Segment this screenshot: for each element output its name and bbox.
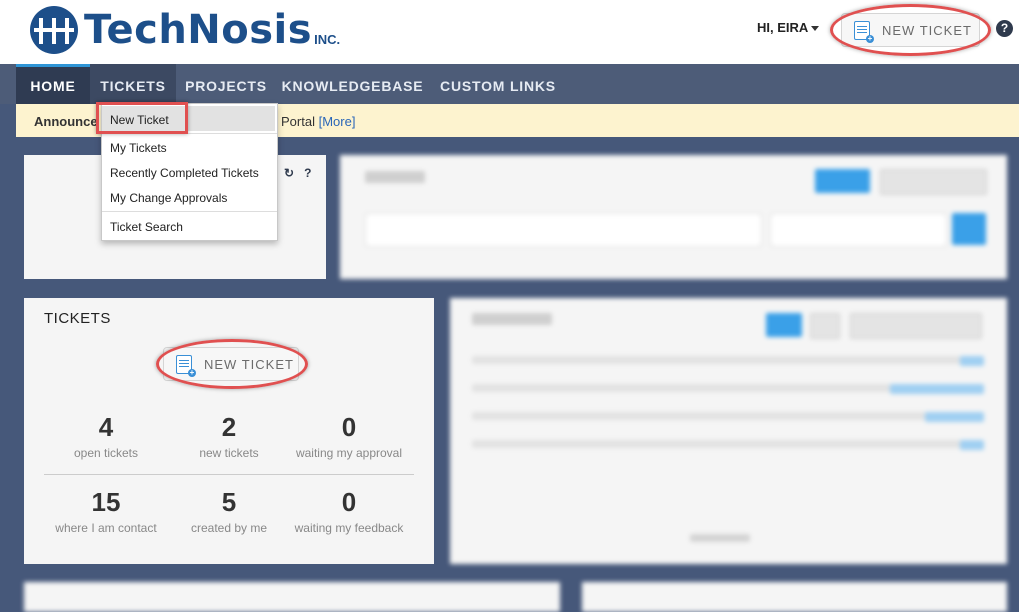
stat-caption: waiting my feedback bbox=[294, 521, 404, 535]
nav-tickets[interactable]: TICKETS bbox=[90, 64, 176, 104]
user-menu[interactable]: HI, EIRA bbox=[757, 20, 820, 35]
stat-value: 15 bbox=[91, 487, 121, 517]
highlight-oval-header bbox=[830, 4, 991, 56]
logo-mark-icon bbox=[30, 6, 78, 54]
nav-home[interactable]: HOME bbox=[16, 64, 90, 104]
bottom-left-card bbox=[24, 582, 560, 612]
stat-waiting-approval[interactable]: 0 waiting my approval bbox=[287, 412, 411, 460]
stat-value: 0 bbox=[341, 487, 357, 517]
bottom-right-card bbox=[582, 582, 1007, 612]
highlight-box-new-ticket bbox=[96, 102, 188, 134]
help-icon[interactable]: ? bbox=[996, 20, 1013, 37]
stat-caption: where I am contact bbox=[55, 521, 157, 535]
announcement-suffix: Portal bbox=[281, 114, 315, 129]
nav-custom-links[interactable]: CUSTOM LINKS bbox=[434, 64, 562, 104]
menu-item-recently-completed[interactable]: Recently Completed Tickets bbox=[110, 166, 259, 180]
stat-value: 0 bbox=[341, 412, 357, 442]
stat-created-by-me[interactable]: 5 created by me bbox=[167, 487, 291, 535]
stats-divider bbox=[44, 474, 414, 475]
stat-caption: created by me bbox=[190, 521, 268, 535]
stat-value: 4 bbox=[98, 412, 114, 442]
stat-value: 2 bbox=[221, 412, 237, 442]
widget-toolbar: ↻ ? bbox=[284, 166, 311, 180]
tickets-widget-title: TICKETS bbox=[44, 310, 111, 327]
nav-knowledgebase[interactable]: KNOWLEDGEBASE bbox=[280, 64, 425, 104]
stat-caption: waiting my approval bbox=[295, 446, 403, 460]
announcement-text: Portal [More] bbox=[281, 114, 355, 129]
brand-logo[interactable]: TechNosis INC. bbox=[30, 6, 340, 54]
chevron-down-icon bbox=[811, 26, 820, 32]
stat-new-tickets[interactable]: 2 new tickets bbox=[167, 412, 291, 460]
stat-waiting-feedback[interactable]: 0 waiting my feedback bbox=[287, 487, 411, 535]
open-tickets-widget-card bbox=[450, 298, 1007, 564]
brand-suffix: INC. bbox=[314, 31, 341, 47]
stat-caption: open tickets bbox=[73, 446, 139, 460]
nav-active-indicator bbox=[16, 64, 90, 67]
announcement-prefix: Announce bbox=[34, 114, 98, 129]
user-greeting: HI, EIRA bbox=[757, 20, 809, 35]
search-widget-card bbox=[340, 155, 1007, 279]
refresh-icon[interactable]: ↻ bbox=[284, 166, 294, 180]
help-small-icon[interactable]: ? bbox=[304, 166, 311, 180]
menu-divider bbox=[102, 211, 277, 212]
top-bar: TechNosis INC. HI, EIRA + NEW TICKET ? bbox=[0, 0, 1019, 64]
menu-item-ticket-search[interactable]: Ticket Search bbox=[110, 220, 183, 234]
brand-name: TechNosis bbox=[84, 7, 313, 53]
stat-where-contact[interactable]: 15 where I am contact bbox=[44, 487, 168, 535]
nav-projects[interactable]: PROJECTS bbox=[180, 64, 272, 104]
menu-item-my-tickets[interactable]: My Tickets bbox=[110, 141, 167, 155]
stat-value: 5 bbox=[221, 487, 237, 517]
stat-caption: new tickets bbox=[199, 446, 259, 460]
menu-item-change-approvals[interactable]: My Change Approvals bbox=[110, 191, 227, 205]
announcement-more-link[interactable]: [More] bbox=[319, 114, 356, 129]
stat-open-tickets[interactable]: 4 open tickets bbox=[44, 412, 168, 460]
highlight-oval-widget bbox=[156, 339, 308, 389]
